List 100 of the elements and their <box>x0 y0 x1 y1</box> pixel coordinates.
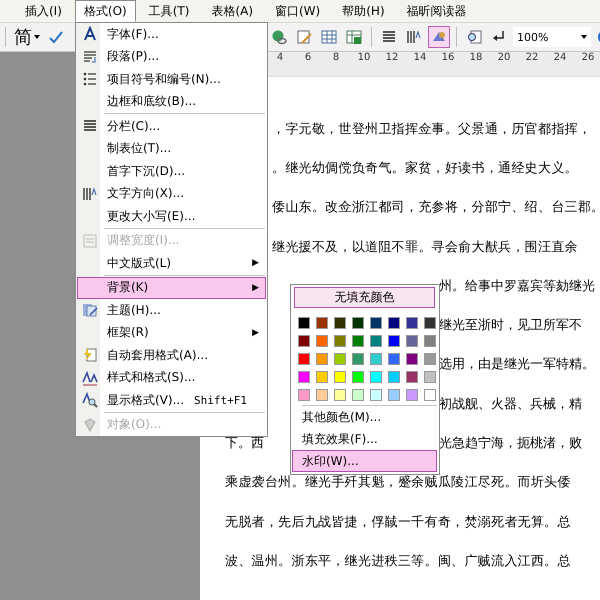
menu-item[interactable]: 字体(F)... <box>77 23 266 46</box>
color-swatch[interactable] <box>388 371 400 383</box>
color-swatch[interactable] <box>388 335 400 347</box>
submenu-arrow: ▶ <box>252 258 259 268</box>
caret-icon <box>581 35 587 39</box>
color-swatch[interactable] <box>352 389 364 401</box>
body-text: ，字元敬，世登州卫指挥佥事。父景通，历官都指挥， <box>272 120 592 138</box>
menu-bar-item[interactable]: 插入(I) <box>16 0 71 22</box>
menu-item[interactable]: 主题(H)... <box>77 299 266 322</box>
ruler-number: 8 <box>332 52 340 65</box>
color-swatch[interactable] <box>352 335 364 347</box>
body-text: 乘虚袭台州。继光手歼其魁，蹙余贼瓜陵江尽死。而圻头倭 <box>225 474 571 492</box>
theme-icon <box>82 302 98 318</box>
menu-item[interactable]: 边框和底纹(B)... <box>77 90 266 113</box>
color-swatch[interactable] <box>388 389 400 401</box>
caret-icon <box>34 35 40 39</box>
menu-bar-item[interactable]: 表格(A) <box>202 0 262 22</box>
body-text: 波、温州。浙东平，继光进秩三等。闽、广贼流入江西。总 <box>225 552 571 570</box>
body-text: 初战舰、火器、兵械，精 <box>439 396 582 413</box>
color-swatch[interactable] <box>424 335 436 347</box>
ruler-number: 4 <box>276 52 284 65</box>
submenu-arrow: ▶ <box>252 328 259 338</box>
color-swatch[interactable] <box>370 335 382 347</box>
text-direction-icon <box>82 186 98 202</box>
body-text: 下。西 <box>225 436 264 452</box>
color-swatch[interactable] <box>352 317 364 329</box>
color-swatch[interactable] <box>316 371 328 383</box>
color-swatch[interactable] <box>298 389 310 401</box>
color-swatch[interactable] <box>424 317 436 329</box>
body-text: 选用，由是继光一军特精。 <box>439 356 595 374</box>
spreadsheet-icon <box>346 29 362 45</box>
body-text: 倭山东。改佥浙江都司，充参将，分部宁、绍、台三郡。 <box>272 199 600 216</box>
menu-bar-item[interactable]: 格式(O) <box>74 0 136 22</box>
color-swatch[interactable] <box>406 389 418 401</box>
color-swatch[interactable] <box>424 389 436 401</box>
menu-item[interactable]: 更改大小写(E)... <box>77 205 266 228</box>
color-swatch[interactable] <box>334 335 346 347</box>
color-swatch[interactable] <box>406 317 418 329</box>
color-swatch[interactable] <box>388 317 400 329</box>
menu-item[interactable]: 框架(R) ▶ <box>77 322 266 344</box>
color-swatch[interactable] <box>370 389 382 401</box>
color-swatch[interactable] <box>406 353 418 365</box>
color-swatch[interactable] <box>424 371 436 383</box>
menu-item[interactable]: 制表位(T)... <box>77 138 266 160</box>
ruler-number: 26 <box>580 52 596 65</box>
color-swatch[interactable] <box>352 371 364 383</box>
globe-link-icon <box>271 29 287 45</box>
menu-bar-item[interactable]: 工具(T) <box>140 0 198 22</box>
menu-item[interactable]: 中文版式(L) ▶ <box>77 252 266 274</box>
color-swatch[interactable] <box>298 317 310 329</box>
submenu-arrow: ▶ <box>252 282 259 293</box>
body-text: 无脱者，先后九战皆捷，俘馘一千有奇，焚溺死者无算。总 <box>225 514 571 531</box>
body-text: 光急趋宁海，扼桃渚，败 <box>439 435 582 452</box>
color-swatch[interactable] <box>334 389 346 401</box>
color-swatch[interactable] <box>370 371 382 383</box>
menu-item[interactable]: 自动套用格式(A)... <box>77 344 266 366</box>
color-swatch[interactable] <box>334 353 346 365</box>
no-fill-button[interactable]: 无填充颜色 <box>294 287 435 308</box>
letter-a-icon <box>82 26 98 42</box>
object-icon <box>82 416 98 433</box>
menu-item[interactable]: 分栏(C)... <box>77 115 266 138</box>
ruler-number: 22 <box>524 52 540 65</box>
zoom-dropdown[interactable]: 100% <box>513 27 591 47</box>
color-swatch[interactable] <box>316 317 328 329</box>
columns-icon <box>381 29 397 45</box>
color-swatch[interactable] <box>334 371 346 383</box>
color-swatch[interactable] <box>370 317 382 329</box>
color-swatch[interactable] <box>298 371 310 383</box>
menu-item[interactable]: 其他颜色(M)... <box>292 406 437 428</box>
menu-bar-item[interactable]: 福昕阅读器 <box>398 0 476 22</box>
color-swatch[interactable] <box>334 317 346 329</box>
menu-item[interactable]: 项目符号和编号(N)... <box>77 68 266 90</box>
paragraph-icon <box>82 48 98 65</box>
color-swatch[interactable] <box>406 335 418 347</box>
pencil-page-icon <box>296 29 312 45</box>
color-swatch[interactable] <box>370 353 382 365</box>
fit-width-icon <box>82 232 98 249</box>
menu-item[interactable]: 文字方向(X)... <box>77 182 266 205</box>
color-swatch[interactable] <box>316 389 328 401</box>
color-swatch[interactable] <box>424 353 436 365</box>
color-swatch[interactable] <box>316 335 328 347</box>
menu-bar-item[interactable]: 窗口(W) <box>266 0 330 22</box>
color-swatch[interactable] <box>316 353 328 365</box>
script-dropdown[interactable]: 简 <box>12 25 42 49</box>
menu-item[interactable]: 显示格式(V)... Shift+F1 <box>77 389 266 412</box>
color-swatch[interactable] <box>298 353 310 365</box>
menu-item[interactable]: 水印(W)... <box>292 450 437 472</box>
menu-item[interactable]: 背景(K) ▶ <box>77 276 266 299</box>
menu-item[interactable]: 样式和格式(S)... <box>77 366 266 389</box>
menu-item[interactable]: 段落(P)... <box>77 46 266 68</box>
menu-item[interactable]: 首字下沉(D)... <box>77 160 266 182</box>
color-swatch[interactable] <box>406 371 418 383</box>
color-swatch[interactable] <box>388 353 400 365</box>
body-text: 继光援不及，以道阻不罪。寻会俞大猷兵，围汪直余 <box>272 238 578 256</box>
menu-item[interactable]: 填充效果(F)... <box>292 428 437 450</box>
color-swatch[interactable] <box>352 353 364 365</box>
ruler-number: 12 <box>384 52 400 65</box>
menu-bar-item[interactable]: 帮助(H) <box>333 0 394 22</box>
color-swatch[interactable] <box>298 335 310 347</box>
ruler-number: 24 <box>552 52 568 65</box>
